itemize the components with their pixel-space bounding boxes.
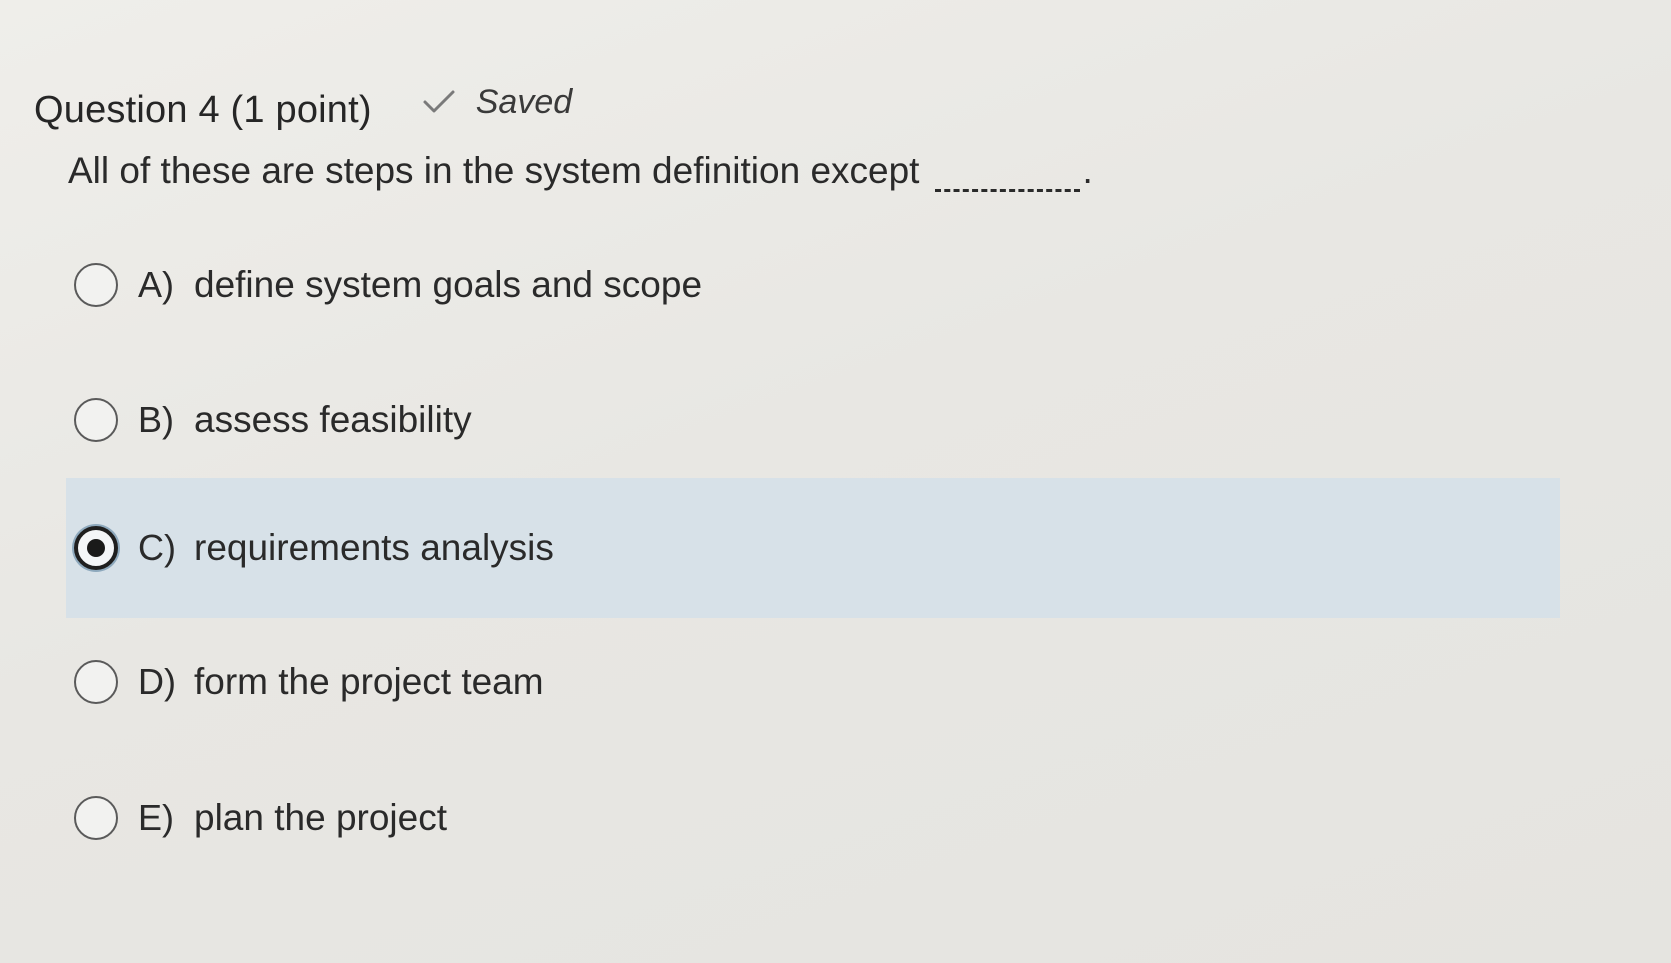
radio-button-a[interactable] — [74, 263, 118, 307]
option-c[interactable]: C) requirements analysis — [66, 478, 1560, 618]
quiz-page: Question 4 (1 point) Saved All of these … — [0, 0, 1671, 963]
option-letter: A) — [138, 264, 174, 305]
radio-button-c[interactable] — [74, 526, 118, 570]
option-text: define system goals and scope — [194, 264, 703, 305]
option-text: requirements analysis — [194, 527, 554, 568]
option-a[interactable]: A) define system goals and scope — [66, 215, 1560, 355]
option-text: assess feasibility — [194, 399, 472, 440]
option-d[interactable]: D) form the project team — [66, 612, 1560, 752]
radio-button-e[interactable] — [74, 796, 118, 840]
option-text: form the project team — [194, 661, 544, 702]
option-b[interactable]: B) assess feasibility — [66, 350, 1560, 490]
option-letter: D) — [138, 661, 176, 702]
radio-button-b[interactable] — [74, 398, 118, 442]
option-e[interactable]: E) plan the project — [66, 748, 1560, 888]
option-letter: B) — [138, 399, 174, 440]
radio-selected-dot — [87, 539, 105, 557]
radio-button-d[interactable] — [74, 660, 118, 704]
option-text: plan the project — [194, 797, 448, 838]
option-letter: C) — [138, 527, 176, 568]
answer-options: A) define system goals and scope B) asse… — [0, 0, 1671, 963]
option-letter: E) — [138, 797, 174, 838]
